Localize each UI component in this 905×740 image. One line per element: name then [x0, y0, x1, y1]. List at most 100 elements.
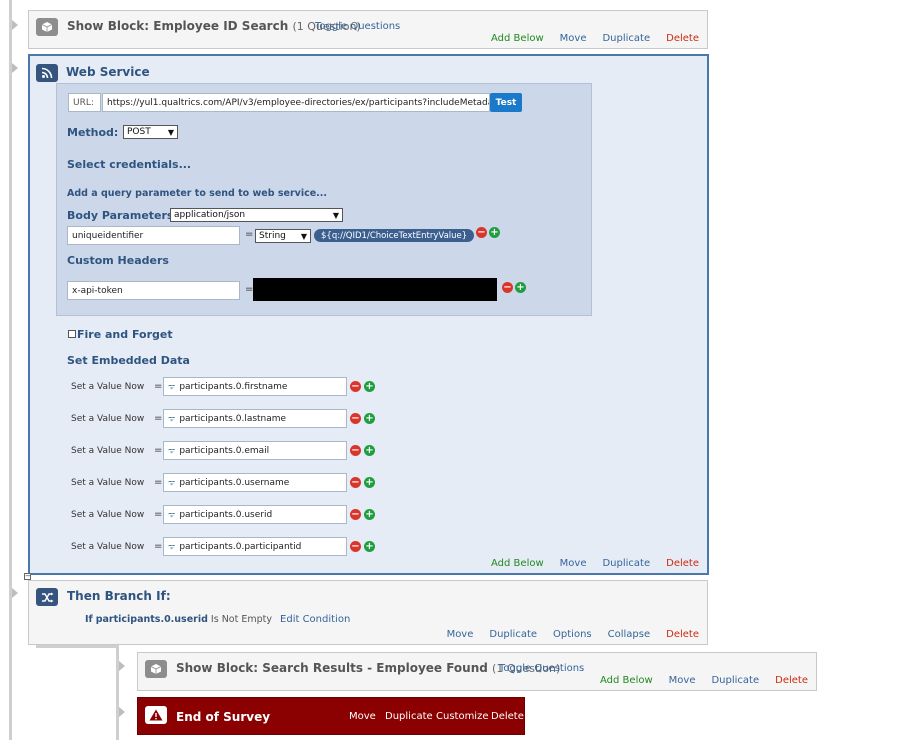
delete-link[interactable]: Delete [491, 711, 524, 722]
flow-arrow [119, 707, 125, 717]
embedded-value-input[interactable]: ᯤ participants.0.userid [163, 505, 347, 524]
flow-arrow [12, 588, 18, 598]
show-block-employee-id-search: Show Block: Employee ID Search (1 Questi… [28, 10, 708, 49]
remove-row-icon[interactable]: − [350, 477, 361, 488]
body-type-select[interactable]: application/json ▼ [170, 208, 343, 222]
rss-icon [36, 64, 58, 82]
condition-operator: Is Not Empty [210, 614, 272, 625]
options-link[interactable]: Options [553, 629, 592, 640]
rss-icon: ᯤ [168, 446, 176, 455]
branch-connector [36, 645, 119, 648]
url-input[interactable]: https://yul1.qualtrics.com/API/v3/employ… [102, 93, 490, 112]
block-icon [145, 660, 167, 678]
rss-icon: ᯤ [168, 414, 176, 423]
remove-row-icon[interactable]: − [350, 509, 361, 520]
web-service-block: Web Service URL: https://yul1.qualtrics.… [28, 54, 709, 575]
remove-row-icon[interactable]: − [350, 413, 361, 424]
edit-condition-link[interactable]: Edit Condition [280, 614, 350, 625]
redacted-header-value [253, 278, 497, 301]
method-select[interactable]: POST ▼ [123, 125, 178, 139]
add-row-icon[interactable]: + [515, 282, 526, 293]
add-below-link[interactable]: Add Below [600, 675, 653, 686]
add-row-icon[interactable]: + [364, 413, 375, 424]
equals-sign: = [154, 509, 163, 520]
body-param-key-input[interactable]: uniqueidentifier [67, 226, 240, 245]
duplicate-link[interactable]: Duplicate [602, 558, 650, 569]
remove-row-icon[interactable]: − [350, 445, 361, 456]
move-link[interactable]: Move [560, 33, 587, 44]
rss-icon: ᯤ [168, 478, 176, 487]
add-row-icon[interactable]: + [364, 509, 375, 520]
equals-sign: = [154, 445, 163, 456]
set-embedded-data-label: Set Embedded Data [67, 354, 190, 367]
embedded-value-input[interactable]: ᯤ participants.0.participantid [163, 537, 347, 556]
remove-row-icon[interactable]: − [476, 227, 487, 238]
collapse-link[interactable]: Collapse [608, 629, 651, 640]
embedded-value-input[interactable]: ᯤ participants.0.lastname [163, 409, 347, 428]
add-row-icon[interactable]: + [489, 227, 500, 238]
end-of-survey-block: End of Survey Move Duplicate Customize D… [137, 697, 525, 735]
rss-icon: ᯤ [168, 542, 176, 551]
chevron-down-icon: ▼ [332, 210, 339, 220]
duplicate-link[interactable]: Duplicate [602, 33, 650, 44]
header-key-input[interactable]: x-api-token [67, 281, 240, 300]
embedded-value-input[interactable]: ᯤ participants.0.username [163, 473, 347, 492]
delete-link[interactable]: Delete [666, 558, 699, 569]
remove-row-icon[interactable]: − [350, 541, 361, 552]
duplicate-link[interactable]: Duplicate [489, 629, 537, 640]
add-row-icon[interactable]: + [364, 541, 375, 552]
show-block-search-results: Show Block: Search Results - Employee Fo… [137, 652, 817, 691]
set-value-now-label: Set a Value Now [71, 542, 145, 552]
delete-link[interactable]: Delete [775, 675, 808, 686]
block-actions: Move Duplicate Options Collapse Delete [431, 629, 699, 640]
branch-icon [36, 588, 58, 606]
add-query-parameter-link[interactable]: Add a query parameter to send to web ser… [67, 188, 327, 199]
flow-arrow [12, 63, 18, 73]
body-parameters-label: Body Parameters [67, 209, 174, 222]
end-of-survey-title: End of Survey [176, 710, 271, 724]
embedded-value-input[interactable]: ᯤ participants.0.firstname [163, 377, 347, 396]
add-below-link[interactable]: Add Below [491, 558, 544, 569]
add-row-icon[interactable]: + [364, 381, 375, 392]
test-button[interactable]: Test [490, 93, 522, 112]
flow-arrow [119, 661, 125, 671]
equals-sign: = [154, 477, 163, 488]
delete-link[interactable]: Delete [666, 629, 699, 640]
fire-and-forget-checkbox[interactable] [68, 330, 76, 338]
remove-row-icon[interactable]: − [350, 381, 361, 392]
duplicate-link[interactable]: Duplicate [711, 675, 759, 686]
branch-block: Then Branch If: If participants.0.userid… [28, 580, 708, 645]
delete-link[interactable]: Delete [666, 33, 699, 44]
toggle-questions-link[interactable]: Toggle Questions [315, 21, 400, 32]
piped-text-value[interactable]: ${q://QID1/ChoiceTextEntryValue} [314, 229, 475, 242]
flow-line-main [9, 0, 12, 740]
rss-icon: ᯤ [168, 382, 176, 391]
fire-and-forget-label: Fire and Forget [77, 328, 173, 341]
chevron-down-icon: ▼ [300, 231, 307, 241]
move-link[interactable]: Move [669, 675, 696, 686]
toggle-questions-link[interactable]: Toggle Questions [499, 663, 584, 674]
add-row-icon[interactable]: + [364, 445, 375, 456]
custom-headers-label: Custom Headers [67, 254, 169, 267]
collapse-toggle-icon[interactable]: − [24, 573, 31, 580]
chevron-down-icon: ▼ [167, 127, 174, 137]
customize-link[interactable]: Customize [436, 711, 489, 722]
add-row-icon[interactable]: + [364, 477, 375, 488]
set-value-now-label: Set a Value Now [71, 446, 145, 456]
duplicate-link[interactable]: Duplicate [385, 711, 433, 722]
set-value-now-label: Set a Value Now [71, 510, 145, 520]
equals-sign: = [245, 229, 254, 240]
set-value-now-label: Set a Value Now [71, 414, 145, 424]
body-param-type-select[interactable]: String ▼ [255, 229, 311, 243]
add-below-link[interactable]: Add Below [491, 33, 544, 44]
if-label: If [85, 614, 93, 625]
move-link[interactable]: Move [560, 558, 587, 569]
move-link[interactable]: Move [447, 629, 474, 640]
rss-icon: ᯤ [168, 510, 176, 519]
embedded-value-input[interactable]: ᯤ participants.0.email [163, 441, 347, 460]
move-link[interactable]: Move [349, 711, 376, 722]
select-credentials-link[interactable]: Select credentials... [67, 158, 191, 171]
remove-row-icon[interactable]: − [502, 282, 513, 293]
set-value-now-label: Set a Value Now [71, 478, 145, 488]
equals-sign: = [154, 381, 163, 392]
